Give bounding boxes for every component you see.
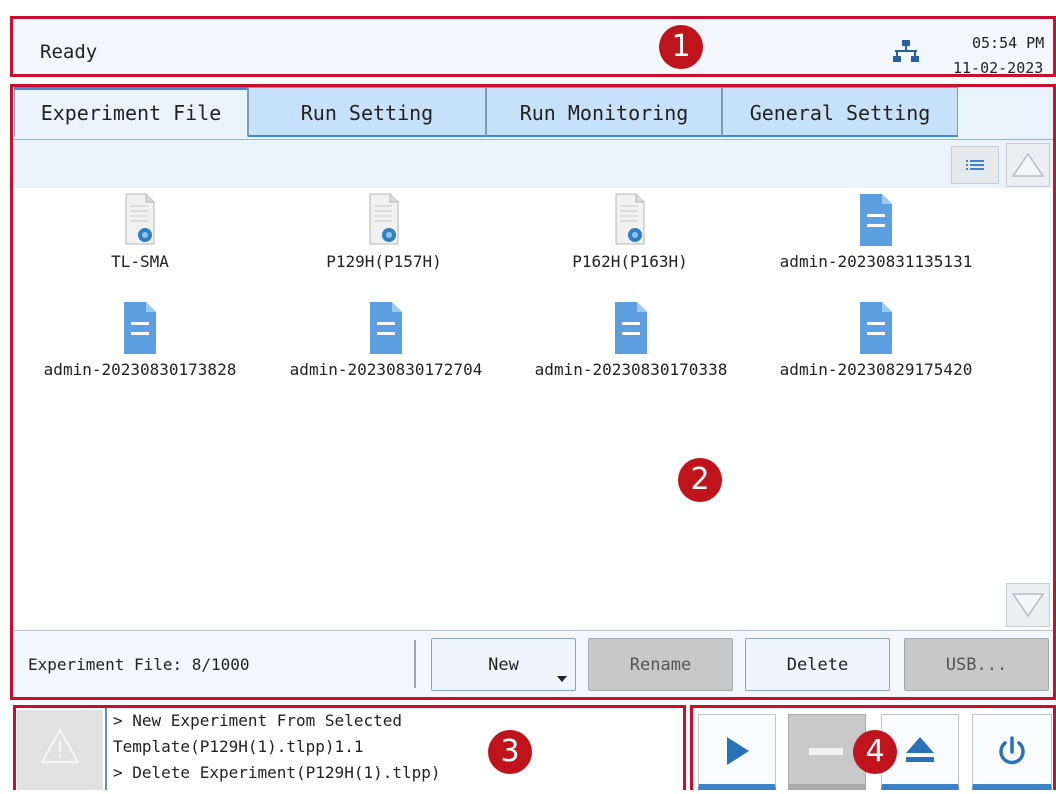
callout-4: 4	[853, 730, 897, 774]
annotation-box-1	[10, 16, 1056, 77]
callout-3: 3	[488, 730, 532, 774]
callout-2: 2	[678, 458, 722, 502]
callout-1: 1	[659, 25, 703, 69]
annotation-box-2	[10, 84, 1056, 700]
annotation-box-3	[13, 705, 686, 790]
